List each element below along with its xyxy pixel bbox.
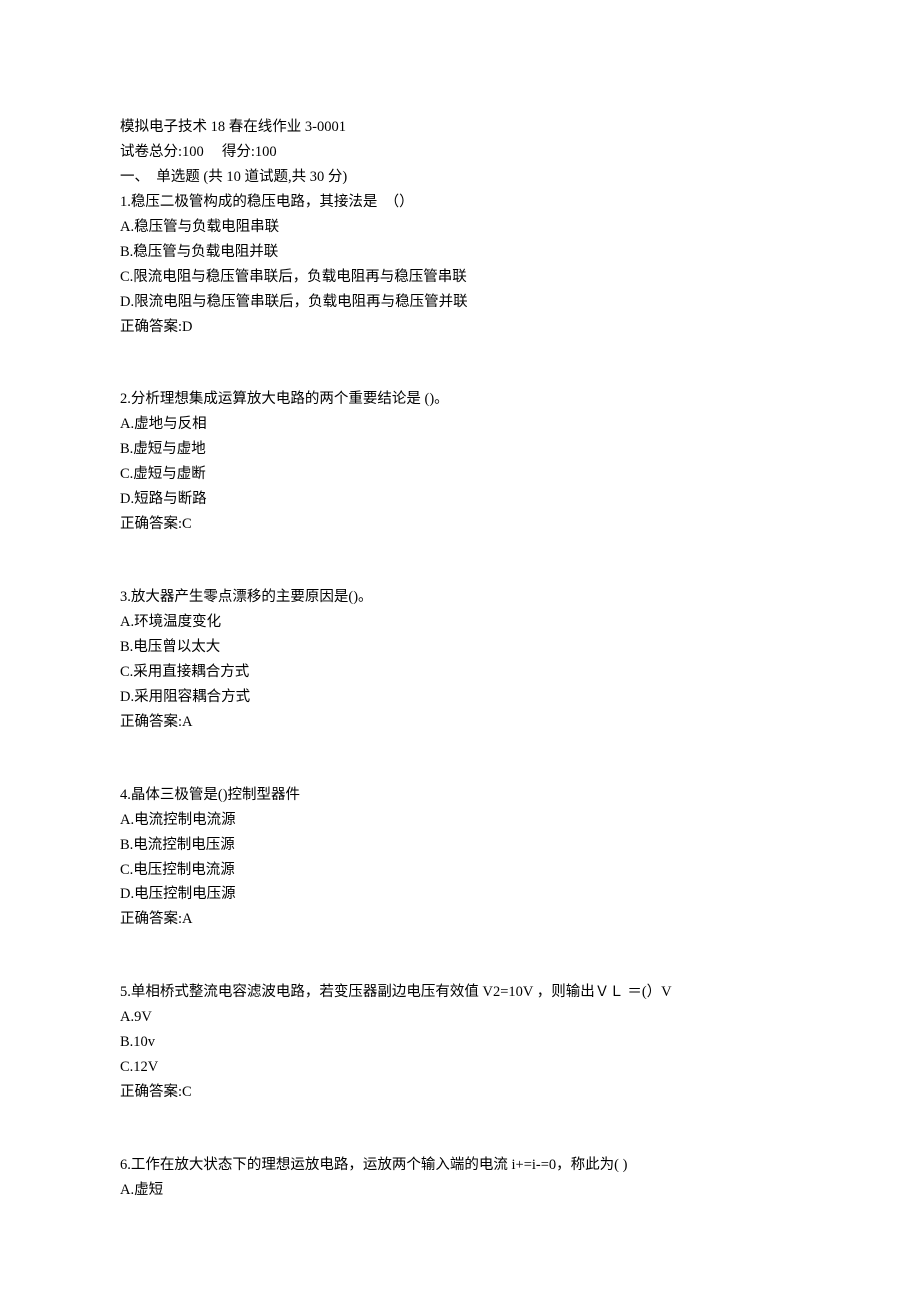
question-stem: 5.单相桥式整流电容滤波电路，若变压器副边电压有效值 V2=10V ，则输出ＶＬ… [120, 980, 800, 1005]
question-option: A.环境温度变化 [120, 610, 800, 635]
section-line: 一、 单选题 (共 10 道试题,共 30 分) [120, 165, 800, 190]
document-header: 模拟电子技术 18 春在线作业 3-0001 试卷总分:100 得分:100 一… [120, 115, 800, 190]
question-option: D.采用阻容耦合方式 [120, 685, 800, 710]
question-block: 4.晶体三极管是()控制型器件 A.电流控制电流源 B.电流控制电压源 C.电压… [120, 783, 800, 933]
correct-answer: 正确答案:C [120, 512, 800, 537]
question-option: B.电流控制电压源 [120, 833, 800, 858]
question-block: 2.分析理想集成运算放大电路的两个重要结论是 ()。 A.虚地与反相 B.虚短与… [120, 387, 800, 537]
question-option: B.稳压管与负载电阻并联 [120, 240, 800, 265]
question-block: 1.稳压二极管构成的稳压电路，其接法是 （） A.稳压管与负载电阻串联 B.稳压… [120, 190, 800, 340]
score-line: 试卷总分:100 得分:100 [120, 140, 800, 165]
question-option: B.10v [120, 1030, 800, 1055]
question-option: B.电压曾以太大 [120, 635, 800, 660]
question-option: A.稳压管与负载电阻串联 [120, 215, 800, 240]
question-option: D.电压控制电压源 [120, 882, 800, 907]
question-block: 5.单相桥式整流电容滤波电路，若变压器副边电压有效值 V2=10V ，则输出ＶＬ… [120, 980, 800, 1105]
doc-title: 模拟电子技术 18 春在线作业 3-0001 [120, 115, 800, 140]
question-option: B.虚短与虚地 [120, 437, 800, 462]
question-stem: 4.晶体三极管是()控制型器件 [120, 783, 800, 808]
correct-answer: 正确答案:A [120, 907, 800, 932]
correct-answer: 正确答案:D [120, 315, 800, 340]
correct-answer: 正确答案:C [120, 1080, 800, 1105]
question-option: A.虚地与反相 [120, 412, 800, 437]
question-stem: 1.稳压二极管构成的稳压电路，其接法是 （） [120, 190, 800, 215]
question-block: 3.放大器产生零点漂移的主要原因是()。 A.环境温度变化 B.电压曾以太大 C… [120, 585, 800, 735]
question-stem: 6.工作在放大状态下的理想运放电路，运放两个输入端的电流 i+=i-=0，称此为… [120, 1153, 800, 1178]
question-option: C.采用直接耦合方式 [120, 660, 800, 685]
question-option: D.短路与断路 [120, 487, 800, 512]
question-option: D.限流电阻与稳压管串联后，负载电阻再与稳压管并联 [120, 290, 800, 315]
question-option: C.电压控制电流源 [120, 858, 800, 883]
question-option: A.9V [120, 1005, 800, 1030]
question-option: A.电流控制电流源 [120, 808, 800, 833]
question-option: A.虚短 [120, 1178, 800, 1203]
question-block: 6.工作在放大状态下的理想运放电路，运放两个输入端的电流 i+=i-=0，称此为… [120, 1153, 800, 1203]
question-option: C.限流电阻与稳压管串联后，负载电阻再与稳压管串联 [120, 265, 800, 290]
question-stem: 3.放大器产生零点漂移的主要原因是()。 [120, 585, 800, 610]
correct-answer: 正确答案:A [120, 710, 800, 735]
question-option: C.虚短与虚断 [120, 462, 800, 487]
question-option: C.12V [120, 1055, 800, 1080]
question-stem: 2.分析理想集成运算放大电路的两个重要结论是 ()。 [120, 387, 800, 412]
